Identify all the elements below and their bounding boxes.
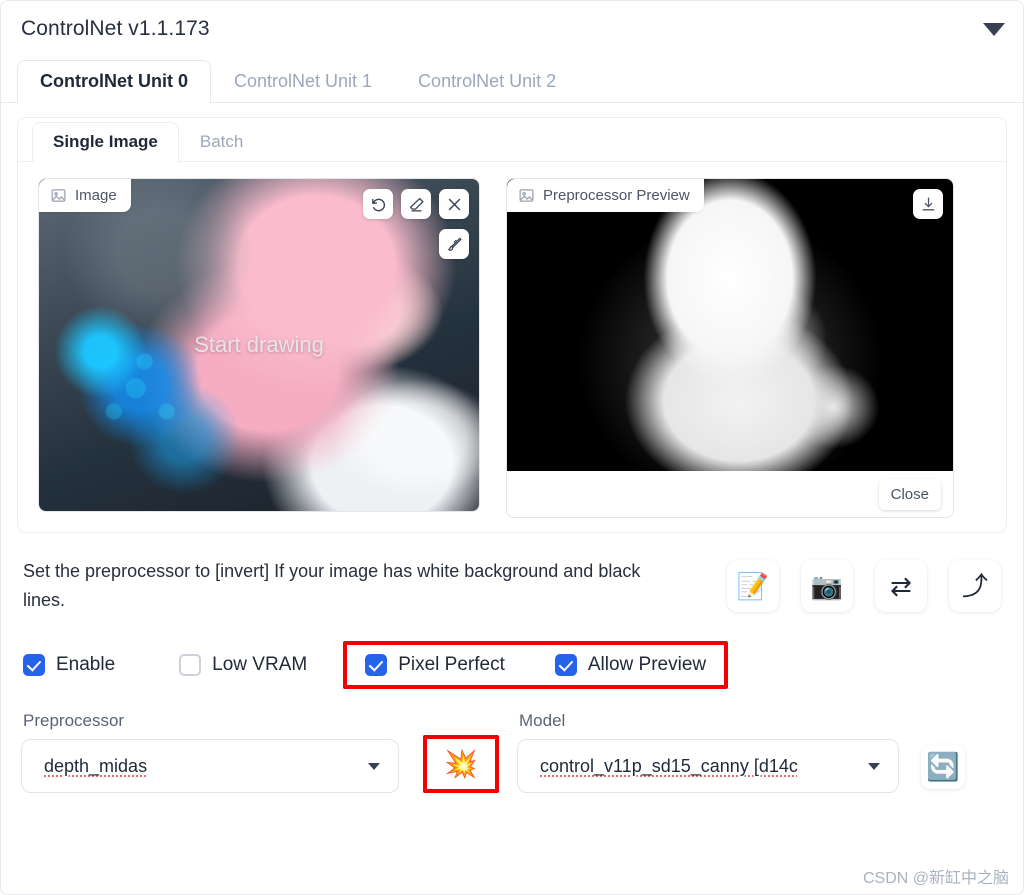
preprocessor-label: Preprocessor <box>21 711 399 731</box>
chevron-down-icon <box>868 763 880 770</box>
tab-controlnet-unit-2[interactable]: ControlNet Unit 2 <box>395 60 579 103</box>
brush-icon[interactable] <box>439 229 469 259</box>
quick-action-buttons: 📝 📷 ⇄ ⤴ <box>727 560 1001 612</box>
hint-row: Set the preprocessor to [invert] If your… <box>1 533 1023 615</box>
preprocessor-preview-label-text: Preprocessor Preview <box>543 187 690 204</box>
tab-controlnet-unit-0[interactable]: ControlNet Unit 0 <box>17 60 211 103</box>
preprocessor-group: Preprocessor depth_midas <box>21 711 399 793</box>
unit-content-card: Single Image Batch Image <box>17 117 1007 533</box>
checkbox-pixel-perfect[interactable]: Pixel Perfect <box>365 654 505 676</box>
highlighted-options-group: Pixel Perfect Allow Preview <box>343 641 728 689</box>
source-image-pane: Image Start drawing <box>38 178 480 518</box>
checkbox-low-vram-box[interactable] <box>179 654 201 676</box>
preprocessor-preview-pane: Preprocessor Preview Close <box>506 178 954 518</box>
run-preprocessor-highlight: 💥 <box>423 735 499 793</box>
checkbox-allow-preview-box[interactable] <box>555 654 577 676</box>
close-preview-button[interactable]: Close <box>879 479 941 510</box>
unit-tab-bar: ControlNet Unit 0 ControlNet Unit 1 Cont… <box>1 57 1023 103</box>
checkbox-enable-label: Enable <box>56 654 115 676</box>
controlnet-panel: ControlNet v1.1.173 ControlNet Unit 0 Co… <box>0 0 1024 895</box>
source-image-toolbar <box>363 189 469 219</box>
tab-batch[interactable]: Batch <box>179 122 264 162</box>
page-title: ControlNet v1.1.173 <box>21 17 210 41</box>
accordion-header: ControlNet v1.1.173 <box>1 1 1023 57</box>
checkbox-low-vram[interactable]: Low VRAM <box>179 654 307 676</box>
refresh-models-button[interactable]: 🔄 <box>921 745 965 789</box>
image-panes: Image Start drawing <box>18 162 1006 518</box>
options-row: Enable Low VRAM Pixel Perfect Allow Prev… <box>1 615 1023 689</box>
checkbox-enable-box[interactable] <box>23 654 45 676</box>
image-icon <box>50 187 67 204</box>
camera-button[interactable]: 📷 <box>801 560 853 612</box>
model-dropdown[interactable]: control_v11p_sd15_canny [d14c <box>517 739 899 793</box>
image-icon <box>518 187 535 204</box>
checkbox-pixel-perfect-label: Pixel Perfect <box>398 654 505 676</box>
chevron-down-icon <box>368 763 380 770</box>
checkbox-allow-preview[interactable]: Allow Preview <box>555 654 706 676</box>
checkbox-low-vram-label: Low VRAM <box>212 654 307 676</box>
send-up-button[interactable]: ⤴ <box>949 560 1001 612</box>
source-image-label: Image <box>39 179 131 212</box>
model-value: control_v11p_sd15_canny [d14c <box>540 756 798 777</box>
tab-controlnet-unit-1[interactable]: ControlNet Unit 1 <box>211 60 395 103</box>
model-group: Model control_v11p_sd15_canny [d14c <box>517 711 899 793</box>
close-icon[interactable] <box>439 189 469 219</box>
preprocessor-value: depth_midas <box>44 756 147 777</box>
preprocessor-preview-label: Preprocessor Preview <box>507 179 704 212</box>
undo-icon[interactable] <box>363 189 393 219</box>
preprocessor-dropdown[interactable]: depth_midas <box>21 739 399 793</box>
checkbox-allow-preview-label: Allow Preview <box>588 654 706 676</box>
source-image-label-text: Image <box>75 187 117 204</box>
swap-button[interactable]: ⇄ <box>875 560 927 612</box>
edit-prompt-button[interactable]: 📝 <box>727 560 779 612</box>
triangle-down-icon[interactable] <box>983 23 1005 36</box>
watermark: CSDN @新缸中之脑 <box>863 864 1009 888</box>
model-label: Model <box>517 711 899 731</box>
run-preprocessor-button[interactable]: 💥 <box>429 741 493 787</box>
eraser-icon[interactable] <box>401 189 431 219</box>
model-selection-row: Preprocessor depth_midas 💥 Model control… <box>1 689 1023 793</box>
preprocessor-hint-text: Set the preprocessor to [invert] If your… <box>23 557 643 615</box>
source-image-box[interactable]: Image Start drawing <box>38 178 480 512</box>
preprocessor-preview-box: Preprocessor Preview Close <box>506 178 954 518</box>
mode-tab-bar: Single Image Batch <box>18 118 1006 162</box>
download-icon[interactable] <box>913 189 943 219</box>
tab-single-image[interactable]: Single Image <box>32 122 179 162</box>
depth-map-image <box>507 179 953 471</box>
checkbox-pixel-perfect-box[interactable] <box>365 654 387 676</box>
source-image-canvas[interactable]: Start drawing <box>39 179 479 511</box>
start-drawing-overlay: Start drawing <box>194 332 324 358</box>
preview-footer: Close <box>507 471 953 517</box>
checkbox-enable[interactable]: Enable <box>23 654 115 676</box>
